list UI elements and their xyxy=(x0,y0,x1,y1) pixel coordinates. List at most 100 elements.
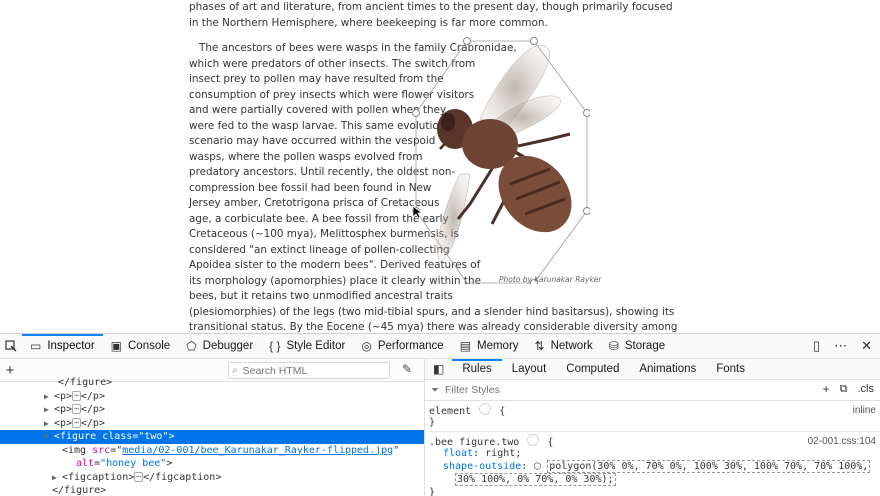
rule-brace: } xyxy=(429,417,436,428)
toggle-sidebar-icon[interactable]: ◧ xyxy=(425,362,452,376)
expand-icon[interactable]: ▶ xyxy=(44,390,54,404)
console-icon: ▣ xyxy=(110,339,122,353)
tag-text: <p> xyxy=(54,417,73,429)
devtools-toolbar: ▭ Inspector ▣ Console ⬠ Debugger { } Sty… xyxy=(0,334,880,359)
collapse-icon[interactable]: ▼ xyxy=(44,430,54,444)
tag-text: </figure> xyxy=(58,377,113,388)
tab-layout[interactable]: Layout xyxy=(502,359,557,379)
close-icon[interactable]: ✕ xyxy=(861,338,872,354)
shape-editor-icon[interactable]: ⬡ xyxy=(533,462,541,472)
tab-debugger[interactable]: ⬠ Debugger xyxy=(178,334,261,358)
tag-text: <img xyxy=(62,444,87,456)
tab-animations[interactable]: Animations xyxy=(629,359,706,379)
tab-console[interactable]: ▣ Console xyxy=(103,334,179,358)
attr-name: class xyxy=(102,431,133,442)
tab-rules[interactable]: Rules xyxy=(452,359,503,379)
rules-pane: ◧ Rules Layout Computed Animations Fonts… xyxy=(425,359,880,496)
mouse-cursor-icon xyxy=(412,205,422,219)
toggle-pseudo-class-icon[interactable]: ⧉ xyxy=(840,383,848,396)
cls-button[interactable]: .cls xyxy=(858,383,875,395)
property-value[interactable]: right; xyxy=(485,448,521,459)
markup-line-p[interactable]: ▶ <p> ⋯ </p> xyxy=(0,390,424,404)
element-picker-icon[interactable] xyxy=(0,334,22,358)
highlight-elements-icon[interactable] xyxy=(527,434,540,446)
tab-inspector[interactable]: ▭ Inspector xyxy=(22,334,103,358)
bee-figure[interactable] xyxy=(410,34,590,284)
markup-line-p[interactable]: ▶ <p> ⋯ </p> xyxy=(0,403,424,417)
article-paragraph-top: phases of art and literature, from ancie… xyxy=(189,0,673,31)
tab-memory[interactable]: ▤ Memory xyxy=(452,334,527,358)
markup-line-figcaption[interactable]: ▶ <figcaption> ⋯ </figcaption> xyxy=(0,471,424,485)
ellipsis-icon[interactable]: ⋯ xyxy=(134,471,144,482)
expand-icon[interactable]: ▶ xyxy=(52,471,62,485)
tag-text: <p> xyxy=(54,390,73,402)
tab-label: Style Editor xyxy=(286,340,346,352)
rule-brace: { xyxy=(547,437,554,448)
property-name[interactable]: shape-outside xyxy=(443,461,521,472)
debugger-icon: ⬠ xyxy=(186,339,197,353)
expand-icon[interactable]: ▶ xyxy=(44,403,54,417)
search-icon: ⌕ xyxy=(232,365,238,376)
tag-text: </p> xyxy=(80,417,105,429)
markup-line-p[interactable]: ▶ <p> ⋯ </p> xyxy=(0,417,424,431)
rule-figure-two: .bee figure.two { float: right; shape-ou… xyxy=(429,432,880,496)
markup-line-img[interactable]: <img src="media/02-001/bee_Karunakar_Ray… xyxy=(0,444,424,458)
tab-performance[interactable]: ◎ Performance xyxy=(353,334,451,358)
attr-value: "two" xyxy=(138,431,169,442)
rule-element: element { } inline xyxy=(429,401,880,432)
attr-name: src xyxy=(92,444,111,456)
ellipsis-icon[interactable]: ⋯ xyxy=(72,417,81,428)
filter-icon: ⏷ xyxy=(431,384,439,396)
tab-computed[interactable]: Computed xyxy=(556,359,629,379)
declaration-shape-outside[interactable]: shape-outside: ⬡ polygon(30% 0%, 70% 0%,… xyxy=(429,460,880,473)
tab-label: Inspector xyxy=(47,340,95,352)
filter-styles-input[interactable] xyxy=(443,383,647,397)
add-rule-icon[interactable]: + xyxy=(823,382,830,396)
filter-styles-row: ⏷ + ⧉ .cls xyxy=(425,380,880,401)
tag-text: <figure xyxy=(54,431,97,442)
style-editor-icon: { } xyxy=(269,339,281,353)
tag-text: </figcaption> xyxy=(143,471,222,483)
tab-style-editor[interactable]: { } Style Editor xyxy=(261,334,353,358)
bee-image xyxy=(412,37,590,284)
attr-value: "honey bee" xyxy=(100,458,167,469)
rule-brace: { xyxy=(499,406,506,417)
tab-fonts[interactable]: Fonts xyxy=(706,359,755,379)
more-options-icon[interactable]: ⋯ xyxy=(834,338,847,354)
property-value-continued[interactable]: 30% 100%, 0% 70%, 0% 30%); xyxy=(455,473,616,486)
performance-icon: ◎ xyxy=(361,339,372,353)
rule-source[interactable]: 02-001.css:104 xyxy=(808,435,876,448)
tab-label: Console xyxy=(128,340,171,352)
markup-line-figure-close[interactable]: </figure> xyxy=(0,376,424,390)
attr-value-link[interactable]: media/02-001/bee_Karunakar_Rayker-flippe… xyxy=(122,445,393,456)
ellipsis-icon[interactable]: ⋯ xyxy=(72,390,81,401)
property-value[interactable]: polygon(30% 0%, 70% 0%, 100% 30%, 100% 7… xyxy=(547,460,871,473)
tab-storage[interactable]: ⛁ Storage xyxy=(601,334,673,358)
markup-line-figure-close[interactable]: </figure> xyxy=(0,484,424,496)
dock-options-icon[interactable]: ▯ xyxy=(813,338,820,354)
inspector-icon: ▭ xyxy=(30,339,42,353)
highlight-elements-icon[interactable] xyxy=(479,403,492,415)
article-line: bees, but it retains two unmodified ance… xyxy=(189,290,453,302)
markup-pane: + ⌕ ✎ </figure> ▶<p>⋯</p> ▶<p>⋯</p> ▶<p>… xyxy=(0,359,425,496)
expand-icon[interactable]: ▶ xyxy=(44,417,54,431)
tag-text: </figure> xyxy=(52,485,107,496)
article-line: phases of art and literature, from ancie… xyxy=(189,1,673,13)
declaration-float[interactable]: float: right; xyxy=(429,447,880,460)
markup-line-figure-selected[interactable]: ▼ <figure class="two"> xyxy=(0,430,424,444)
tag-text: <p> xyxy=(54,404,73,415)
eyedropper-icon[interactable]: ✎ xyxy=(402,362,412,376)
figure-caption: Photo by Karunakar Rayker xyxy=(499,275,602,284)
ellipsis-icon[interactable]: ⋯ xyxy=(72,404,81,414)
article-line: transitional status. By the Eocene (~45 … xyxy=(189,321,678,333)
tag-text: </p> xyxy=(80,404,105,415)
search-input[interactable] xyxy=(240,364,375,377)
tag-text: </p> xyxy=(80,390,105,402)
markup-line-img-alt[interactable]: alt="honey bee"> xyxy=(0,457,424,471)
property-name[interactable]: float xyxy=(443,448,473,459)
article-line: in the Northern Hemisphere, where beekee… xyxy=(189,16,548,29)
rule-source: inline xyxy=(852,405,876,416)
tab-network[interactable]: ⇅ Network xyxy=(527,334,601,358)
storage-icon: ⛁ xyxy=(608,339,619,353)
attr-name: alt xyxy=(76,458,95,469)
